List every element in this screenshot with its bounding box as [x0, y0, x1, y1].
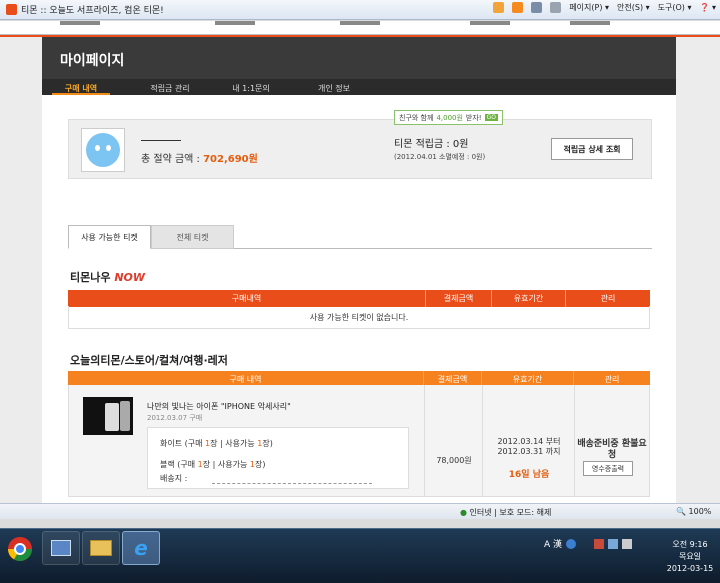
site-top-nav — [0, 21, 720, 36]
ime-indicator[interactable]: A 漢 — [544, 537, 562, 550]
validity-cell: 2012.03.14 부터 2012.03.31 까지 16일 남음 — [483, 385, 575, 497]
system-tray: A 漢 — [544, 537, 633, 550]
favicon-icon — [6, 4, 17, 15]
receipt-button[interactable]: 영수증출력 — [583, 461, 633, 476]
taskbar-explorer[interactable] — [82, 531, 120, 565]
total-saving: 총 절약 금액 : 702,690원 — [141, 154, 258, 165]
security-zone[interactable]: ● 인터넷 | 보호 모드: 해제 — [460, 507, 551, 518]
nav-points[interactable]: 적립금 관리 — [136, 79, 204, 95]
shipping-status[interactable]: 배송준비중 환불요청 — [575, 439, 649, 461]
order-price: 78,000원 — [436, 456, 472, 465]
points-expire: (2012.04.01 소멸예정 : 0원) — [394, 153, 486, 161]
now-empty-message: 사용 가능한 티켓이 없습니다. — [68, 306, 650, 329]
nav-purchase-history[interactable]: 구매 내역 — [52, 79, 110, 95]
invite-promo[interactable]: 친구와 함께 4,000원 받자! GO — [394, 110, 503, 125]
go-button[interactable]: GO — [484, 114, 498, 121]
points-balance: 티몬 적립금 : 0원 — [394, 139, 469, 150]
avatar — [81, 128, 125, 172]
folder-icon — [90, 540, 112, 556]
computer-icon — [51, 540, 71, 556]
option-black: 블랙 (구매 1장 | 사용가능 1장) — [160, 460, 266, 469]
smile-face-icon — [86, 133, 120, 167]
ie-icon: e — [134, 536, 148, 560]
valid-period: 2012.03.14 부터 2012.03.31 까지 — [497, 437, 561, 456]
nav-inquiry[interactable]: 내 1:1문의 — [220, 79, 282, 95]
profile-box: 총 절약 금액 : 702,690원 친구와 함께 4,000원 받자! GO … — [68, 110, 652, 179]
purchase-date: 2012.03.07 구매 — [147, 414, 203, 422]
print-icon[interactable] — [550, 2, 562, 13]
help-icon[interactable] — [566, 538, 577, 549]
tab-title: 티몬 :: 오늘도 서프라이즈, 컴온 티몬! — [21, 6, 164, 16]
browser-tab[interactable]: 티몬 :: 오늘도 서프라이즈, 컴온 티몬! — [0, 3, 164, 16]
nav-personal-info[interactable]: 개인 정보 — [308, 79, 360, 95]
command-bar: 페이지(P) ▾ 안전(S) ▾ 도구(O) ▾ ❓ ▾ — [493, 2, 716, 13]
rss-icon[interactable] — [512, 2, 524, 13]
zoom-level[interactable]: 🔍 100% — [676, 507, 711, 516]
address-redacted — [212, 476, 372, 484]
start-button[interactable] — [2, 531, 38, 567]
taskbar-network-app[interactable] — [42, 531, 80, 565]
shipping-address-label: 배송지 : — [160, 474, 188, 483]
manage-cell: 배송준비중 환불요청 영수증출력 — [575, 385, 651, 497]
ticket-tabs: 사용 가능한 티켓 전체 티켓 — [68, 225, 652, 249]
now-section-title: 티몬나우 NOW — [70, 271, 146, 284]
status-bar: ● 인터넷 | 보호 모드: 해제 🔍 100% — [0, 503, 720, 519]
tab-all-tickets[interactable]: 전체 티켓 — [151, 225, 234, 249]
option-white: 화이트 (구매 1장 | 사용가능 1장) — [160, 439, 273, 448]
tools-menu[interactable]: 도구(O) ▾ — [658, 2, 692, 13]
help-menu[interactable]: ❓ ▾ — [699, 3, 716, 12]
volume-icon[interactable] — [622, 538, 633, 549]
user-name-redacted — [141, 132, 181, 141]
page-title: 마이페이지 — [60, 53, 125, 69]
safety-menu[interactable]: 안전(S) ▾ — [617, 2, 650, 13]
tab-available-tickets[interactable]: 사용 가능한 티켓 — [68, 225, 151, 249]
table-row: 나만의 빛나는 아이폰 "IPHONE 악세사리" 2012.03.07 구매 … — [68, 385, 650, 497]
home-icon[interactable] — [493, 2, 505, 13]
price-cell: 78,000원 — [425, 385, 483, 497]
option-box: 화이트 (구매 1장 | 사용가능 1장) 블랙 (구매 1장 | 사용가능 1… — [147, 427, 409, 489]
mypage-header: 마이페이지 구매 내역 적립금 관리 내 1:1문의 개인 정보 — [42, 37, 676, 95]
mypage-container: 마이페이지 구매 내역 적립금 관리 내 1:1문의 개인 정보 총 절약 금액… — [42, 37, 676, 503]
mypage-nav: 구매 내역 적립금 관리 내 1:1문의 개인 정보 — [42, 79, 676, 95]
now-table-header: 구매내역 결제금액 유효기간 관리 — [68, 290, 650, 307]
page-viewport[interactable]: 마이페이지 구매 내역 적립금 관리 내 1:1문의 개인 정보 총 절약 금액… — [0, 21, 720, 503]
tray-app-icon[interactable] — [594, 538, 605, 549]
product-name[interactable]: 나만의 빛나는 아이폰 "IPHONE 악세사리" — [147, 401, 291, 412]
clock[interactable]: 오전 9:16 목요일 2012-03-15 — [664, 539, 716, 575]
product-thumbnail[interactable] — [83, 397, 133, 435]
browser-toolbar: 티몬 :: 오늘도 서프라이즈, 컴온 티몬! 페이지(P) ▾ 안전(S) ▾… — [0, 0, 720, 20]
deal-section-title: 오늘의티몬/스토어/컬쳐/여행·레저 — [70, 354, 228, 367]
globe-icon: ● — [460, 508, 467, 517]
saving-amount: 702,690원 — [203, 154, 258, 165]
order-info-cell: 나만의 빛나는 아이폰 "IPHONE 악세사리" 2012.03.07 구매 … — [69, 385, 425, 497]
taskbar-internet-explorer[interactable]: e — [122, 531, 160, 565]
page-menu[interactable]: 페이지(P) ▾ — [569, 2, 609, 13]
mail-icon[interactable] — [531, 2, 543, 13]
chrome-icon — [7, 537, 32, 562]
days-remaining: 16일 남음 — [508, 470, 550, 480]
network-icon[interactable] — [608, 538, 619, 549]
points-detail-button[interactable]: 적립금 상세 조회 — [551, 138, 633, 160]
taskbar: e A 漢 오전 9:16 목요일 2012-03-15 — [0, 528, 720, 583]
